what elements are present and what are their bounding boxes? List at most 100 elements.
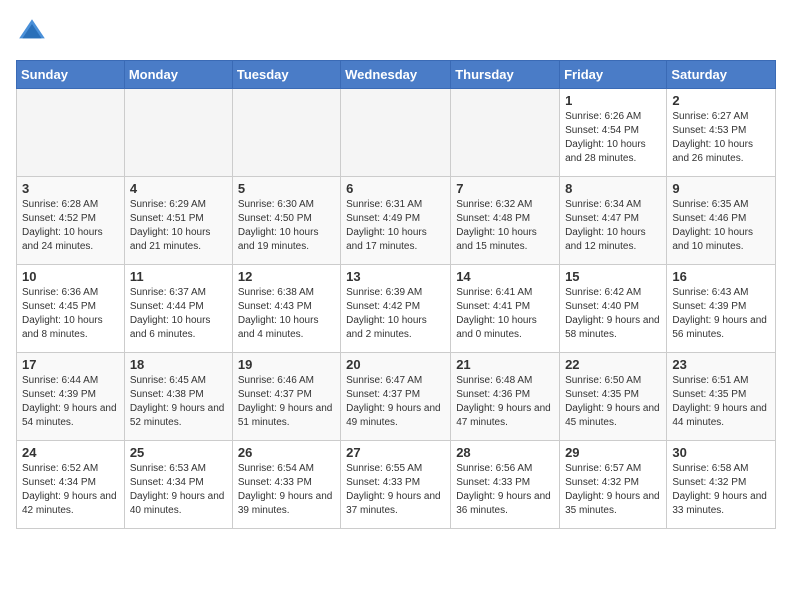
day-cell: 29 Sunrise: 6:57 AM Sunset: 4:32 PM Dayli… bbox=[560, 441, 667, 529]
day-number: 11 bbox=[130, 269, 227, 284]
day-cell bbox=[124, 89, 232, 177]
logo bbox=[16, 16, 52, 48]
header-cell-tuesday: Tuesday bbox=[232, 61, 340, 89]
header-cell-friday: Friday bbox=[560, 61, 667, 89]
calendar-table: SundayMondayTuesdayWednesdayThursdayFrid… bbox=[16, 60, 776, 529]
day-number: 18 bbox=[130, 357, 227, 372]
day-info: Sunrise: 6:32 AM Sunset: 4:48 PM Dayligh… bbox=[456, 198, 554, 254]
day-cell: 23 Sunrise: 6:51 AM Sunset: 4:35 PM Dayli… bbox=[667, 353, 776, 441]
day-number: 7 bbox=[456, 181, 554, 196]
header-cell-thursday: Thursday bbox=[451, 61, 560, 89]
day-number: 29 bbox=[565, 445, 661, 460]
day-cell: 6Sunrise: 6:31 AM Sunset: 4:49 PM Daylig… bbox=[341, 177, 451, 265]
day-info: Sunrise: 6:54 AM Sunset: 4:33 PM Dayligh… bbox=[238, 462, 335, 518]
day-info: Sunrise: 6:55 AM Sunset: 4:33 PM Dayligh… bbox=[346, 462, 445, 518]
day-cell: 5 Sunrise: 6:30 AM Sunset: 4:50 PM Daylig… bbox=[232, 177, 340, 265]
day-cell: 13 Sunrise: 6:39 AM Sunset: 4:42 PM Dayli… bbox=[341, 265, 451, 353]
day-info: Sunrise: 6:45 AM Sunset: 4:38 PM Dayligh… bbox=[130, 374, 227, 430]
day-number: 28 bbox=[456, 445, 554, 460]
day-info: Sunrise: 6:48 AM Sunset: 4:36 PM Dayligh… bbox=[456, 374, 554, 430]
day-info: Sunrise: 6:57 AM Sunset: 4:32 PM Dayligh… bbox=[565, 462, 661, 518]
day-number: 14 bbox=[456, 269, 554, 284]
day-cell: 11 Sunrise: 6:37 AM Sunset: 4:44 PM Dayli… bbox=[124, 265, 232, 353]
day-cell: 24 Sunrise: 6:52 AM Sunset: 4:34 PM Dayli… bbox=[17, 441, 125, 529]
day-number: 10 bbox=[22, 269, 119, 284]
day-number: 24 bbox=[22, 445, 119, 460]
header-cell-sunday: Sunday bbox=[17, 61, 125, 89]
day-cell bbox=[232, 89, 340, 177]
day-info: Sunrise: 6:52 AM Sunset: 4:34 PM Dayligh… bbox=[22, 462, 119, 518]
day-cell bbox=[451, 89, 560, 177]
day-cell: 25 Sunrise: 6:53 AM Sunset: 4:34 PM Dayli… bbox=[124, 441, 232, 529]
day-cell: 20 Sunrise: 6:47 AM Sunset: 4:37 PM Dayli… bbox=[341, 353, 451, 441]
day-number: 1 bbox=[565, 93, 661, 108]
day-number: 16 bbox=[672, 269, 770, 284]
day-info: Sunrise: 6:39 AM Sunset: 4:42 PM Dayligh… bbox=[346, 286, 445, 342]
day-cell: 3Sunrise: 6:28 AM Sunset: 4:52 PM Daylig… bbox=[17, 177, 125, 265]
day-number: 9 bbox=[672, 181, 770, 196]
day-cell: 15 Sunrise: 6:42 AM Sunset: 4:40 PM Dayli… bbox=[560, 265, 667, 353]
calendar-header: SundayMondayTuesdayWednesdayThursdayFrid… bbox=[17, 61, 776, 89]
day-info: Sunrise: 6:41 AM Sunset: 4:41 PM Dayligh… bbox=[456, 286, 554, 342]
logo-icon bbox=[16, 16, 48, 48]
day-info: Sunrise: 6:42 AM Sunset: 4:40 PM Dayligh… bbox=[565, 286, 661, 342]
day-number: 8 bbox=[565, 181, 661, 196]
week-row-3: 17Sunrise: 6:44 AM Sunset: 4:39 PM Dayli… bbox=[17, 353, 776, 441]
day-number: 26 bbox=[238, 445, 335, 460]
day-cell: 17Sunrise: 6:44 AM Sunset: 4:39 PM Dayli… bbox=[17, 353, 125, 441]
day-number: 25 bbox=[130, 445, 227, 460]
day-info: Sunrise: 6:35 AM Sunset: 4:46 PM Dayligh… bbox=[672, 198, 770, 254]
day-cell: 7 Sunrise: 6:32 AM Sunset: 4:48 PM Daylig… bbox=[451, 177, 560, 265]
header-row: SundayMondayTuesdayWednesdayThursdayFrid… bbox=[17, 61, 776, 89]
calendar-body: 1 Sunrise: 6:26 AM Sunset: 4:54 PM Daylig… bbox=[17, 89, 776, 529]
day-info: Sunrise: 6:46 AM Sunset: 4:37 PM Dayligh… bbox=[238, 374, 335, 430]
day-cell bbox=[341, 89, 451, 177]
day-number: 19 bbox=[238, 357, 335, 372]
day-number: 13 bbox=[346, 269, 445, 284]
day-number: 23 bbox=[672, 357, 770, 372]
day-info: Sunrise: 6:38 AM Sunset: 4:43 PM Dayligh… bbox=[238, 286, 335, 342]
day-number: 27 bbox=[346, 445, 445, 460]
day-info: Sunrise: 6:56 AM Sunset: 4:33 PM Dayligh… bbox=[456, 462, 554, 518]
week-row-1: 3Sunrise: 6:28 AM Sunset: 4:52 PM Daylig… bbox=[17, 177, 776, 265]
day-cell: 2 Sunrise: 6:27 AM Sunset: 4:53 PM Daylig… bbox=[667, 89, 776, 177]
header-cell-monday: Monday bbox=[124, 61, 232, 89]
week-row-2: 10 Sunrise: 6:36 AM Sunset: 4:45 PM Dayli… bbox=[17, 265, 776, 353]
week-row-4: 24 Sunrise: 6:52 AM Sunset: 4:34 PM Dayli… bbox=[17, 441, 776, 529]
day-cell: 27 Sunrise: 6:55 AM Sunset: 4:33 PM Dayli… bbox=[341, 441, 451, 529]
day-info: Sunrise: 6:27 AM Sunset: 4:53 PM Dayligh… bbox=[672, 110, 770, 166]
day-info: Sunrise: 6:29 AM Sunset: 4:51 PM Dayligh… bbox=[130, 198, 227, 254]
day-info: Sunrise: 6:51 AM Sunset: 4:35 PM Dayligh… bbox=[672, 374, 770, 430]
day-cell: 21 Sunrise: 6:48 AM Sunset: 4:36 PM Dayli… bbox=[451, 353, 560, 441]
week-row-0: 1 Sunrise: 6:26 AM Sunset: 4:54 PM Daylig… bbox=[17, 89, 776, 177]
day-number: 12 bbox=[238, 269, 335, 284]
day-info: Sunrise: 6:26 AM Sunset: 4:54 PM Dayligh… bbox=[565, 110, 661, 166]
day-info: Sunrise: 6:53 AM Sunset: 4:34 PM Dayligh… bbox=[130, 462, 227, 518]
day-number: 15 bbox=[565, 269, 661, 284]
day-number: 22 bbox=[565, 357, 661, 372]
day-number: 30 bbox=[672, 445, 770, 460]
day-number: 21 bbox=[456, 357, 554, 372]
header-cell-saturday: Saturday bbox=[667, 61, 776, 89]
day-number: 2 bbox=[672, 93, 770, 108]
day-cell: 19 Sunrise: 6:46 AM Sunset: 4:37 PM Dayli… bbox=[232, 353, 340, 441]
day-number: 20 bbox=[346, 357, 445, 372]
day-cell: 1 Sunrise: 6:26 AM Sunset: 4:54 PM Daylig… bbox=[560, 89, 667, 177]
day-info: Sunrise: 6:43 AM Sunset: 4:39 PM Dayligh… bbox=[672, 286, 770, 342]
day-cell: 28 Sunrise: 6:56 AM Sunset: 4:33 PM Dayli… bbox=[451, 441, 560, 529]
day-number: 5 bbox=[238, 181, 335, 196]
day-number: 3 bbox=[22, 181, 119, 196]
day-info: Sunrise: 6:47 AM Sunset: 4:37 PM Dayligh… bbox=[346, 374, 445, 430]
day-cell: 4Sunrise: 6:29 AM Sunset: 4:51 PM Daylig… bbox=[124, 177, 232, 265]
day-info: Sunrise: 6:50 AM Sunset: 4:35 PM Dayligh… bbox=[565, 374, 661, 430]
day-info: Sunrise: 6:34 AM Sunset: 4:47 PM Dayligh… bbox=[565, 198, 661, 254]
day-cell: 14 Sunrise: 6:41 AM Sunset: 4:41 PM Dayli… bbox=[451, 265, 560, 353]
day-cell: 30 Sunrise: 6:58 AM Sunset: 4:32 PM Dayli… bbox=[667, 441, 776, 529]
day-info: Sunrise: 6:30 AM Sunset: 4:50 PM Dayligh… bbox=[238, 198, 335, 254]
day-info: Sunrise: 6:31 AM Sunset: 4:49 PM Dayligh… bbox=[346, 198, 445, 254]
day-info: Sunrise: 6:37 AM Sunset: 4:44 PM Dayligh… bbox=[130, 286, 227, 342]
day-info: Sunrise: 6:58 AM Sunset: 4:32 PM Dayligh… bbox=[672, 462, 770, 518]
day-cell: 10 Sunrise: 6:36 AM Sunset: 4:45 PM Dayli… bbox=[17, 265, 125, 353]
day-cell: 12 Sunrise: 6:38 AM Sunset: 4:43 PM Dayli… bbox=[232, 265, 340, 353]
day-info: Sunrise: 6:36 AM Sunset: 4:45 PM Dayligh… bbox=[22, 286, 119, 342]
